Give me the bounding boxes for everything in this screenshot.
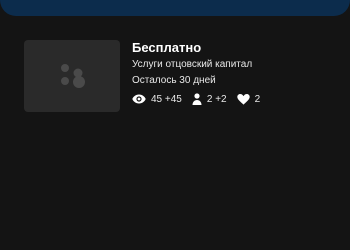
contacts-count: 2 +2	[206, 93, 227, 105]
listing-remaining: Осталось 30 дней	[132, 75, 216, 86]
contacts-stat: 2 +2	[192, 93, 227, 105]
image-placeholder-icon	[61, 64, 85, 88]
favorites-count: 2	[254, 93, 261, 105]
eye-icon	[132, 94, 146, 104]
person-icon	[192, 93, 202, 105]
views-count: 45 +45	[151, 93, 182, 105]
views-stat: 45 +45	[132, 94, 182, 105]
favorites-stat: 2	[236, 93, 261, 105]
listing-thumbnail	[24, 40, 120, 112]
heart-icon	[236, 93, 250, 105]
listing-price: Бесплатно	[132, 40, 202, 55]
listing-card[interactable]: Бесплатно Услуги отцовский капитал Остал…	[24, 40, 328, 114]
top-banner	[0, 0, 350, 16]
listing-stats: 45 +45 2 +2 2	[132, 92, 270, 106]
listing-service: Услуги отцовский капитал	[132, 59, 253, 70]
